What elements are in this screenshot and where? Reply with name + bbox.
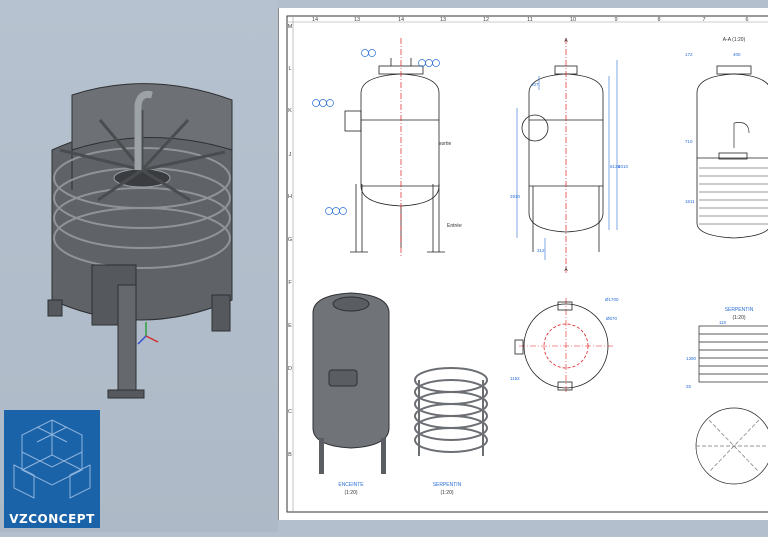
section-aa-view[interactable] bbox=[696, 65, 768, 239]
serpentin-detail-title: SERPENTIN bbox=[725, 307, 754, 313]
brand-name: VZCONCEPT bbox=[9, 512, 95, 526]
dimension-label: Ø1700 bbox=[605, 297, 619, 302]
col-label: 9 bbox=[614, 17, 617, 23]
3d-viewport[interactable]: VZCONCEPT bbox=[0, 0, 278, 532]
section-marker-bottom: A bbox=[564, 267, 568, 273]
enceinte-title: ENCEINTE bbox=[338, 482, 364, 488]
serpentin-detail-scale: (1:20) bbox=[732, 315, 745, 321]
row-label: J bbox=[289, 152, 292, 158]
dimension-label: 312 bbox=[537, 248, 545, 253]
dimension-label: 1390 bbox=[686, 356, 697, 361]
serpentin-title: SERPENTIN bbox=[433, 482, 462, 488]
dimension-label: 407 bbox=[531, 82, 539, 87]
serpentin-scale: (1:20) bbox=[440, 490, 453, 496]
col-label: 14 bbox=[398, 17, 404, 23]
col-label: 12 bbox=[483, 17, 489, 23]
dimension-label: 710 bbox=[685, 139, 693, 144]
dimension-label: 1611 bbox=[685, 199, 695, 204]
col-label: 6 bbox=[745, 17, 748, 23]
col-label: 11 bbox=[527, 17, 533, 23]
dimension-label: 4010 bbox=[618, 164, 629, 169]
side-view[interactable] bbox=[521, 38, 604, 273]
axis-triad-icon bbox=[137, 322, 159, 345]
col-label: 14 bbox=[312, 17, 318, 23]
section-aa-title: A-A (1:20) bbox=[723, 37, 746, 43]
dimension-label: 400 bbox=[733, 52, 741, 57]
row-label: E bbox=[288, 323, 292, 329]
serpentin-detail-view[interactable] bbox=[695, 325, 768, 485]
drawing-canvas[interactable]: 14 13 14 13 12 11 10 9 8 7 6 M L K J H G… bbox=[279, 8, 768, 520]
dimension-label: Ø670 bbox=[606, 316, 618, 321]
row-label: K bbox=[288, 108, 292, 114]
row-label: F bbox=[288, 280, 292, 286]
brand-logo: VZCONCEPT bbox=[4, 410, 100, 528]
section-marker-top: A bbox=[564, 38, 568, 44]
row-label: H bbox=[288, 194, 292, 200]
row-label: C bbox=[288, 409, 292, 415]
row-label: M bbox=[288, 24, 293, 30]
col-label: 13 bbox=[354, 17, 360, 23]
row-label: B bbox=[288, 452, 292, 458]
dimension-label: 2910 bbox=[510, 194, 521, 199]
dimension-label: 25 bbox=[686, 384, 692, 389]
dimension-label: 172 bbox=[685, 52, 693, 57]
label-entree: Entrée bbox=[447, 223, 462, 229]
drawing-sheet[interactable]: 14 13 14 13 12 11 10 9 8 7 6 M L K J H G… bbox=[278, 8, 768, 520]
dimension-label: 110 bbox=[719, 320, 727, 325]
row-label: G bbox=[288, 237, 292, 243]
row-label: D bbox=[288, 366, 292, 372]
label-sortie: sortie bbox=[439, 141, 451, 147]
cube-logo-icon bbox=[13, 419, 91, 499]
col-label: 13 bbox=[440, 17, 446, 23]
top-view[interactable] bbox=[514, 298, 613, 394]
row-label: L bbox=[288, 66, 291, 72]
col-label: 8 bbox=[657, 17, 660, 23]
dimension-label: 1152 bbox=[510, 376, 520, 381]
col-label: 10 bbox=[570, 17, 576, 23]
front-view[interactable] bbox=[344, 38, 445, 258]
col-label: 7 bbox=[702, 17, 705, 23]
enceinte-view[interactable] bbox=[312, 292, 390, 474]
enceinte-scale: (1:20) bbox=[344, 490, 357, 496]
serpentin-view[interactable] bbox=[414, 367, 488, 456]
